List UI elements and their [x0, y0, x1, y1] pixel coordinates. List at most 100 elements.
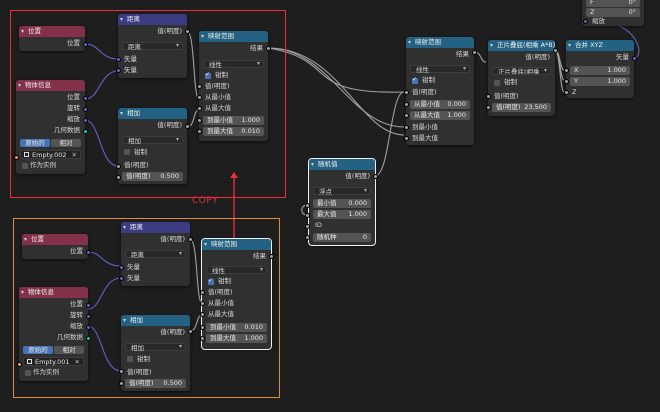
seed-field[interactable]: 随机种 0: [313, 233, 371, 242]
add-node[interactable]: ▾ 相加 值(明度) 相加 钳制 值(明度) 值(明度) 0.500: [121, 315, 190, 391]
to-min-socket[interactable]: [197, 118, 202, 123]
multiply-output-socket[interactable]: [553, 48, 558, 53]
collapse-chevron-icon[interactable]: ▾: [568, 40, 571, 51]
add-value-field[interactable]: 值(明度) 0.500: [122, 172, 183, 181]
vector-output-socket[interactable]: [632, 56, 637, 61]
clamp-checkbox[interactable]: [127, 356, 133, 362]
geometry-socket[interactable]: [86, 336, 91, 341]
combine-xyz-node[interactable]: ▾ 合并 XYZ 矢量 X 1.000 Y 1.000 Z: [566, 40, 634, 98]
x-socket[interactable]: [564, 68, 569, 73]
add-output-socket[interactable]: [188, 329, 193, 334]
interpolation-dropdown[interactable]: 线性: [203, 60, 264, 69]
math-mode-dropdown[interactable]: 正片叠底(相乘 A*B): [492, 67, 551, 75]
value-b-socket[interactable]: [119, 381, 124, 386]
to-max-field[interactable]: 到最大值 1.000: [206, 334, 267, 343]
distance-mode-dropdown[interactable]: 距离: [122, 42, 183, 51]
result-output-socket[interactable]: [266, 46, 271, 51]
clamp-checkbox[interactable]: [208, 277, 214, 285]
seed-socket[interactable]: [305, 235, 310, 240]
id-socket[interactable]: [305, 224, 310, 229]
value-a-socket[interactable]: [119, 369, 124, 374]
map-range-node[interactable]: ▾ 映射范围 结果 线性 钳制 值(明度) 从最小值 从最大值 到最小值 0.01…: [201, 238, 272, 350]
math-mode-dropdown[interactable]: 相加: [122, 136, 183, 145]
random-value-node[interactable]: ▾ 随机值 值(明度) 浮点 最小值 0.000 最大值 1.000 ID 随机种…: [308, 158, 376, 246]
position-node[interactable]: ▾ 位置 位置: [22, 234, 88, 259]
add-value-field[interactable]: 值(明度) 0.500: [125, 379, 186, 388]
from-min-socket[interactable]: [200, 301, 205, 306]
from-min-socket[interactable]: [197, 95, 202, 100]
to-max-socket[interactable]: [197, 129, 202, 134]
position-output-socket[interactable]: [86, 250, 91, 255]
y-socket[interactable]: [564, 79, 569, 84]
from-min-field[interactable]: 从最小值 0.000: [410, 100, 470, 109]
clamp-checkbox[interactable]: [124, 149, 130, 155]
location-socket[interactable]: [83, 96, 88, 101]
collapse-chevron-icon[interactable]: ▾: [201, 31, 204, 42]
from-max-socket[interactable]: [197, 106, 202, 111]
scale-input-socket[interactable]: [583, 19, 588, 24]
vector-b-socket[interactable]: [116, 68, 121, 73]
scale-socket[interactable]: [83, 118, 88, 123]
position-node[interactable]: ▾ 位置 位置: [19, 26, 85, 51]
collapse-chevron-icon[interactable]: ▾: [123, 315, 126, 326]
geometry-socket[interactable]: [83, 129, 88, 134]
min-field[interactable]: 最小值 0.000: [313, 199, 371, 208]
data-type-dropdown[interactable]: 浮点: [313, 187, 371, 196]
value-socket[interactable]: [200, 290, 205, 295]
collapse-chevron-icon[interactable]: ▾: [21, 26, 24, 37]
math-mode-dropdown[interactable]: 相加: [125, 343, 186, 352]
object-socket[interactable]: [14, 155, 19, 160]
collapse-chevron-icon[interactable]: ▾: [311, 159, 314, 170]
scale-socket[interactable]: [86, 325, 91, 330]
add-node[interactable]: ▾ 相加 值(明度) 相加 钳制 值(明度) 值(明度) 0.500: [118, 108, 187, 184]
clamp-checkbox[interactable]: [412, 76, 418, 84]
multiply-node[interactable]: ▾ 正片叠底(相乘 A*B) 值(明度) 正片叠底(相乘 A*B) 钳制 值(明度…: [488, 40, 555, 116]
from-max-field[interactable]: 从最大值 1.000: [410, 111, 470, 120]
value-a-socket[interactable]: [116, 164, 121, 169]
rotation-socket[interactable]: [86, 314, 91, 319]
distance-node[interactable]: ▾ 距离 值(明度) 距离 矢量 矢量: [118, 14, 187, 78]
clear-icon[interactable]: ✕: [72, 151, 77, 160]
from-max-socket[interactable]: [200, 312, 205, 317]
location-socket[interactable]: [86, 303, 91, 308]
vector-a-socket[interactable]: [116, 57, 121, 62]
position-output-socket[interactable]: [83, 42, 88, 47]
from-max-socket[interactable]: [404, 113, 409, 118]
value-socket[interactable]: [404, 90, 409, 95]
object-field[interactable]: Empty.001 ✕: [23, 357, 84, 366]
collapse-chevron-icon[interactable]: ▾: [123, 222, 126, 233]
distance-node[interactable]: ▾ 距离 值(明度) 距离 矢量 矢量: [121, 222, 190, 286]
to-max-field[interactable]: 到最大值 0.010: [203, 127, 264, 136]
object-info-node[interactable]: ▾ 物体信息 位置 旋转 缩放 几何数据 原始的 相对 Empty.002 ✕ 作…: [16, 80, 85, 174]
from-min-socket[interactable]: [404, 102, 409, 107]
z-socket[interactable]: [564, 90, 569, 95]
interpolation-dropdown[interactable]: 线性: [206, 266, 267, 275]
to-min-field[interactable]: 到最小值 1.000: [203, 116, 264, 125]
original-toggle[interactable]: 原始的: [23, 346, 53, 354]
original-toggle[interactable]: 原始的: [20, 139, 50, 147]
clamp-checkbox[interactable]: [205, 71, 211, 79]
collapse-chevron-icon[interactable]: ▾: [21, 287, 24, 298]
min-socket[interactable]: [305, 203, 310, 208]
as-instance-checkbox[interactable]: [25, 370, 31, 376]
f-field[interactable]: F 0°: [586, 0, 640, 7]
clamp-checkbox[interactable]: [494, 80, 500, 86]
value-b-socket[interactable]: [116, 175, 121, 180]
object-socket[interactable]: [17, 362, 22, 367]
y-field[interactable]: Y 1.000: [570, 77, 630, 86]
object-field[interactable]: Empty.002 ✕: [20, 150, 81, 159]
random-output-socket[interactable]: [373, 174, 378, 179]
result-output-socket[interactable]: [472, 50, 477, 55]
collapse-chevron-icon[interactable]: ▾: [490, 40, 493, 51]
map-range-node[interactable]: ▾ 映射范围 结果 线性 钳制 值(明度) 从最小值 从最大值 到最小值 1.00…: [199, 31, 268, 141]
as-instance-checkbox[interactable]: [22, 163, 28, 169]
collapse-chevron-icon[interactable]: ▾: [408, 37, 411, 48]
relative-toggle[interactable]: 相对: [51, 139, 81, 147]
collapse-chevron-icon[interactable]: ▾: [18, 80, 21, 91]
collapse-chevron-icon[interactable]: ▾: [24, 234, 27, 245]
to-min-socket[interactable]: [200, 325, 205, 330]
max-field[interactable]: 最大值 1.000: [313, 210, 371, 219]
to-max-socket[interactable]: [200, 336, 205, 341]
value-a-socket[interactable]: [486, 94, 491, 99]
to-max-socket[interactable]: [404, 136, 409, 141]
